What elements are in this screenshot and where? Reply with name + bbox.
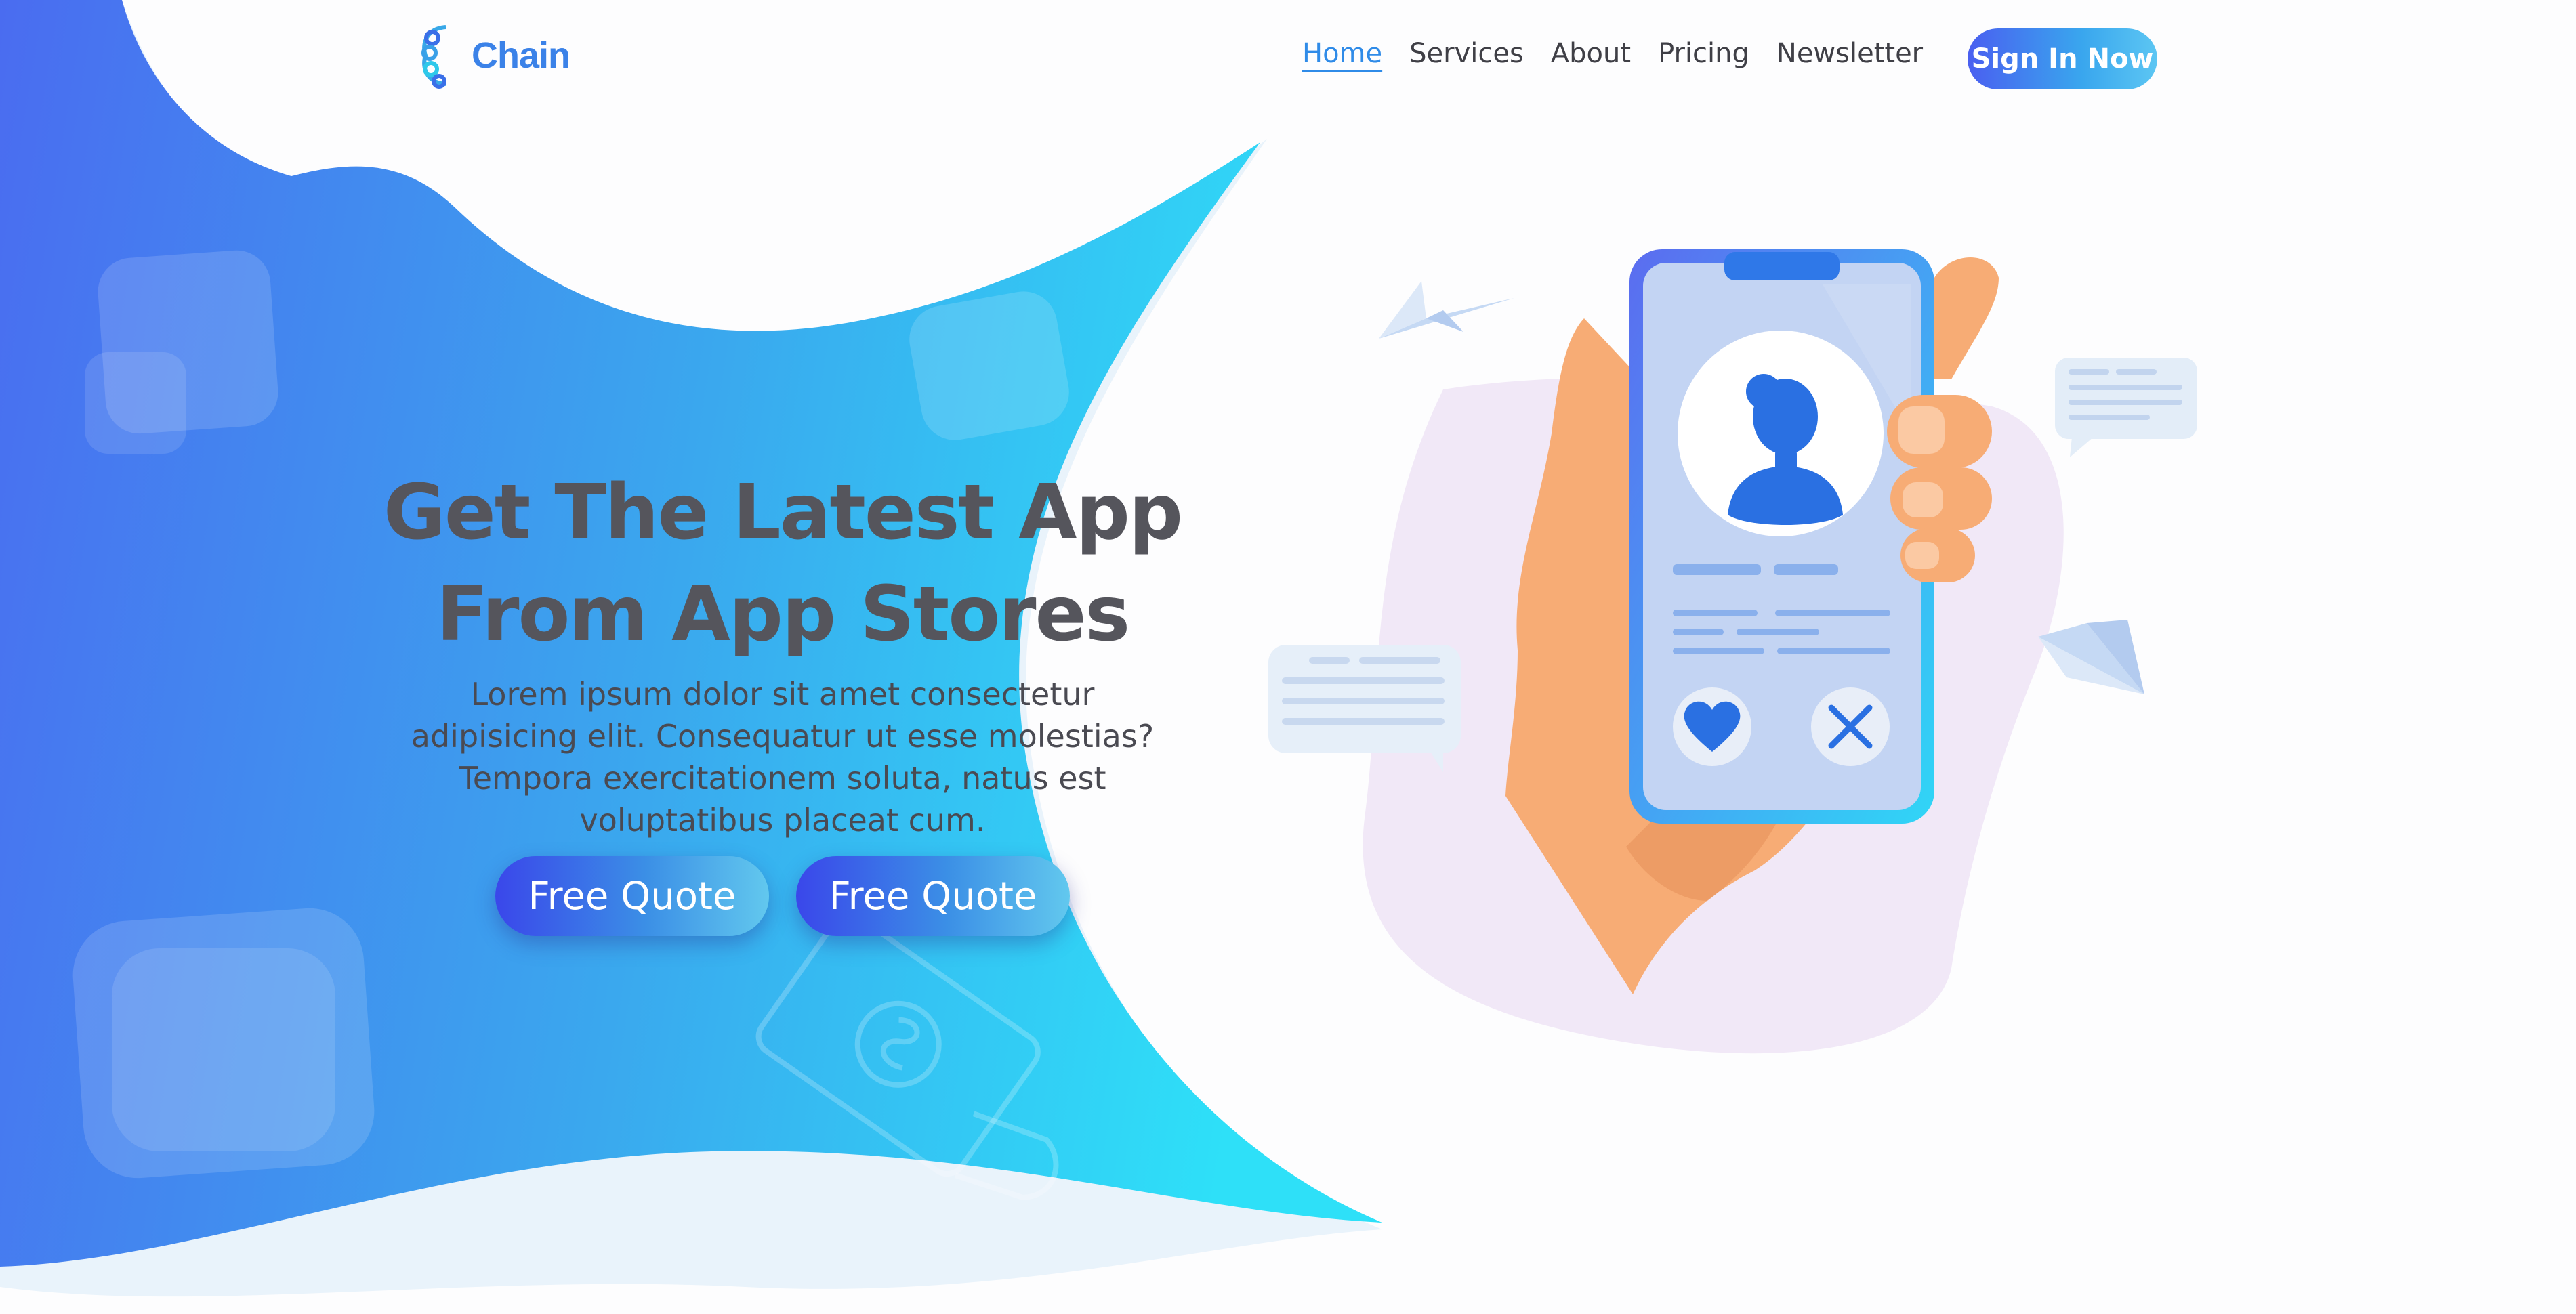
nav-pricing[interactable]: Pricing: [1658, 38, 1749, 69]
nav-newsletter[interactable]: Newsletter: [1777, 38, 1923, 69]
nav-home[interactable]: Home: [1302, 38, 1382, 69]
paper-plane-icon: [2038, 620, 2144, 694]
landing-page: Chain Home Services About Pricing Newsle…: [0, 0, 2576, 1314]
hero-title: Get The Latest App From App Stores: [379, 462, 1186, 665]
hero-buttons: Free Quote Free Quote: [379, 856, 1186, 936]
chain-link-icon: [421, 25, 446, 89]
hero-title-line2: From App Stores: [436, 570, 1130, 658]
hero-section: Get The Latest App From App Stores Lorem…: [379, 462, 1186, 936]
free-quote-button-secondary[interactable]: Free Quote: [796, 856, 1070, 936]
phone-illustration: [1268, 249, 2197, 1054]
chat-bubble-icon: [2055, 358, 2197, 457]
brand-logo[interactable]: Chain: [415, 20, 570, 91]
free-quote-button[interactable]: Free Quote: [495, 856, 769, 936]
deco-square: [85, 352, 186, 454]
chat-bubble-icon: [1268, 645, 1461, 772]
hero-title-line1: Get The Latest App: [383, 469, 1183, 557]
brand-name: Chain: [472, 35, 570, 76]
sign-in-button[interactable]: Sign In Now: [1968, 28, 2157, 89]
nav-about[interactable]: About: [1551, 38, 1631, 69]
deco-square: [909, 291, 1069, 440]
main-nav: Home Services About Pricing Newsletter: [1302, 38, 1950, 69]
hero-description: Lorem ipsum dolor sit amet consectetur a…: [411, 676, 1155, 839]
deco-square: [112, 948, 335, 1151]
smartphone-icon: [1629, 249, 1934, 824]
nav-services[interactable]: Services: [1409, 38, 1524, 69]
paper-plane-icon: [1379, 281, 1514, 339]
